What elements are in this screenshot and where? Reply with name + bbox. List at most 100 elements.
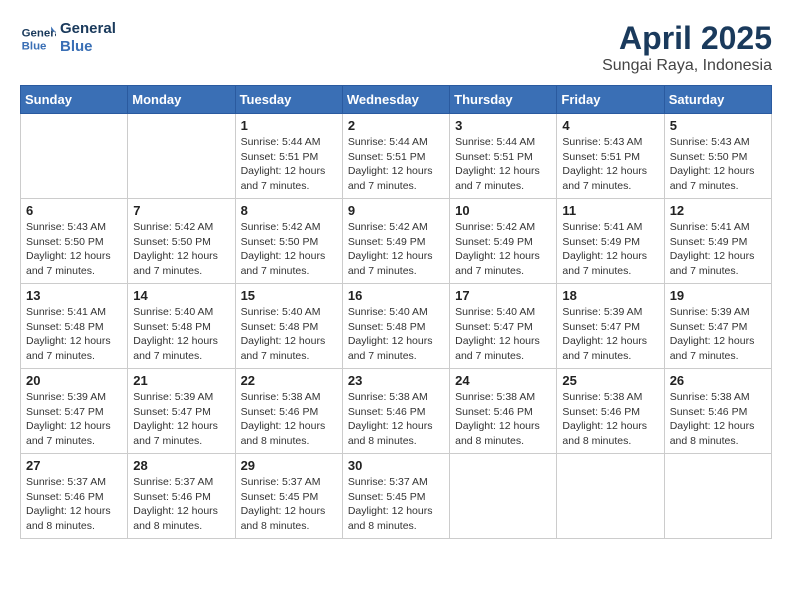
day-number: 6 <box>26 203 122 218</box>
calendar-cell: 7 Sunrise: 5:42 AM Sunset: 5:50 PM Daylig… <box>128 199 235 284</box>
day-number: 17 <box>455 288 551 303</box>
calendar-cell: 29 Sunrise: 5:37 AM Sunset: 5:45 PM Dayli… <box>235 454 342 539</box>
day-number: 4 <box>562 118 658 133</box>
day-number: 28 <box>133 458 229 473</box>
month-year: April 2025 <box>602 20 772 57</box>
day-info: Sunrise: 5:41 AM Sunset: 5:49 PM Dayligh… <box>670 220 766 279</box>
day-number: 22 <box>241 373 337 388</box>
day-info: Sunrise: 5:44 AM Sunset: 5:51 PM Dayligh… <box>348 135 444 194</box>
week-row-2: 6 Sunrise: 5:43 AM Sunset: 5:50 PM Daylig… <box>21 199 772 284</box>
day-info: Sunrise: 5:38 AM Sunset: 5:46 PM Dayligh… <box>455 390 551 449</box>
calendar-cell: 4 Sunrise: 5:43 AM Sunset: 5:51 PM Daylig… <box>557 114 664 199</box>
day-number: 19 <box>670 288 766 303</box>
day-number: 2 <box>348 118 444 133</box>
week-row-3: 13 Sunrise: 5:41 AM Sunset: 5:48 PM Dayli… <box>21 284 772 369</box>
day-number: 25 <box>562 373 658 388</box>
day-info: Sunrise: 5:43 AM Sunset: 5:51 PM Dayligh… <box>562 135 658 194</box>
day-number: 11 <box>562 203 658 218</box>
calendar-cell <box>128 114 235 199</box>
calendar-cell: 25Sunrise: 5:38 AM Sunset: 5:46 PM Dayli… <box>557 369 664 454</box>
day-number: 12 <box>670 203 766 218</box>
day-info: Sunrise: 5:42 AM Sunset: 5:50 PM Dayligh… <box>133 220 229 279</box>
day-number: 14 <box>133 288 229 303</box>
day-number: 13 <box>26 288 122 303</box>
day-number: 8 <box>241 203 337 218</box>
calendar-cell: 5 Sunrise: 5:43 AM Sunset: 5:50 PM Daylig… <box>664 114 771 199</box>
day-info: Sunrise: 5:41 AM Sunset: 5:48 PM Dayligh… <box>26 305 122 364</box>
day-info: Sunrise: 5:41 AM Sunset: 5:49 PM Dayligh… <box>562 220 658 279</box>
calendar-cell: 13 Sunrise: 5:41 AM Sunset: 5:48 PM Dayli… <box>21 284 128 369</box>
page-header: General Blue General Blue April 2025 Sun… <box>20 20 772 75</box>
day-number: 5 <box>670 118 766 133</box>
day-info: Sunrise: 5:37 AM Sunset: 5:45 PM Dayligh… <box>348 475 444 534</box>
calendar-cell: 14 Sunrise: 5:40 AM Sunset: 5:48 PM Dayli… <box>128 284 235 369</box>
calendar-cell: 19 Sunrise: 5:39 AM Sunset: 5:47 PM Dayli… <box>664 284 771 369</box>
calendar-cell: 21 Sunrise: 5:39 AM Sunset: 5:47 PM Dayli… <box>128 369 235 454</box>
header-row: SundayMondayTuesdayWednesdayThursdayFrid… <box>21 86 772 114</box>
day-number: 23 <box>348 373 444 388</box>
week-row-5: 27Sunrise: 5:37 AM Sunset: 5:46 PM Dayli… <box>21 454 772 539</box>
logo-blue: Blue <box>60 38 116 56</box>
day-header-thursday: Thursday <box>450 86 557 114</box>
calendar-cell: 6 Sunrise: 5:43 AM Sunset: 5:50 PM Daylig… <box>21 199 128 284</box>
day-info: Sunrise: 5:39 AM Sunset: 5:47 PM Dayligh… <box>562 305 658 364</box>
title-block: April 2025 Sungai Raya, Indonesia <box>602 20 772 75</box>
day-info: Sunrise: 5:42 AM Sunset: 5:49 PM Dayligh… <box>348 220 444 279</box>
day-info: Sunrise: 5:44 AM Sunset: 5:51 PM Dayligh… <box>241 135 337 194</box>
day-number: 20 <box>26 373 122 388</box>
calendar-cell: 28Sunrise: 5:37 AM Sunset: 5:46 PM Dayli… <box>128 454 235 539</box>
day-number: 29 <box>241 458 337 473</box>
week-row-1: 1Sunrise: 5:44 AM Sunset: 5:51 PM Daylig… <box>21 114 772 199</box>
svg-text:General: General <box>22 27 56 39</box>
calendar-cell: 20Sunrise: 5:39 AM Sunset: 5:47 PM Dayli… <box>21 369 128 454</box>
day-info: Sunrise: 5:40 AM Sunset: 5:47 PM Dayligh… <box>455 305 551 364</box>
calendar-cell: 30 Sunrise: 5:37 AM Sunset: 5:45 PM Dayli… <box>342 454 449 539</box>
day-info: Sunrise: 5:38 AM Sunset: 5:46 PM Dayligh… <box>348 390 444 449</box>
calendar-cell: 3 Sunrise: 5:44 AM Sunset: 5:51 PM Daylig… <box>450 114 557 199</box>
calendar-cell: 24 Sunrise: 5:38 AM Sunset: 5:46 PM Dayli… <box>450 369 557 454</box>
day-header-friday: Friday <box>557 86 664 114</box>
calendar-cell: 12 Sunrise: 5:41 AM Sunset: 5:49 PM Dayli… <box>664 199 771 284</box>
calendar-cell <box>557 454 664 539</box>
day-number: 21 <box>133 373 229 388</box>
day-number: 30 <box>348 458 444 473</box>
calendar-cell: 10Sunrise: 5:42 AM Sunset: 5:49 PM Dayli… <box>450 199 557 284</box>
day-number: 16 <box>348 288 444 303</box>
calendar-cell: 15 Sunrise: 5:40 AM Sunset: 5:48 PM Dayli… <box>235 284 342 369</box>
day-info: Sunrise: 5:40 AM Sunset: 5:48 PM Dayligh… <box>133 305 229 364</box>
calendar-cell: 18 Sunrise: 5:39 AM Sunset: 5:47 PM Dayli… <box>557 284 664 369</box>
day-header-tuesday: Tuesday <box>235 86 342 114</box>
calendar-cell: 22 Sunrise: 5:38 AM Sunset: 5:46 PM Dayli… <box>235 369 342 454</box>
calendar-cell: 26 Sunrise: 5:38 AM Sunset: 5:46 PM Dayli… <box>664 369 771 454</box>
day-number: 27 <box>26 458 122 473</box>
day-info: Sunrise: 5:40 AM Sunset: 5:48 PM Dayligh… <box>241 305 337 364</box>
day-number: 3 <box>455 118 551 133</box>
day-info: Sunrise: 5:37 AM Sunset: 5:45 PM Dayligh… <box>241 475 337 534</box>
day-number: 18 <box>562 288 658 303</box>
day-info: Sunrise: 5:43 AM Sunset: 5:50 PM Dayligh… <box>26 220 122 279</box>
calendar-cell: 9 Sunrise: 5:42 AM Sunset: 5:49 PM Daylig… <box>342 199 449 284</box>
day-info: Sunrise: 5:40 AM Sunset: 5:48 PM Dayligh… <box>348 305 444 364</box>
day-info: Sunrise: 5:44 AM Sunset: 5:51 PM Dayligh… <box>455 135 551 194</box>
day-info: Sunrise: 5:39 AM Sunset: 5:47 PM Dayligh… <box>670 305 766 364</box>
svg-text:Blue: Blue <box>22 40 47 52</box>
day-info: Sunrise: 5:38 AM Sunset: 5:46 PM Dayligh… <box>241 390 337 449</box>
calendar-cell: 11 Sunrise: 5:41 AM Sunset: 5:49 PM Dayli… <box>557 199 664 284</box>
day-number: 24 <box>455 373 551 388</box>
calendar-cell: 17 Sunrise: 5:40 AM Sunset: 5:47 PM Dayli… <box>450 284 557 369</box>
day-header-sunday: Sunday <box>21 86 128 114</box>
day-header-saturday: Saturday <box>664 86 771 114</box>
day-info: Sunrise: 5:43 AM Sunset: 5:50 PM Dayligh… <box>670 135 766 194</box>
calendar: SundayMondayTuesdayWednesdayThursdayFrid… <box>20 85 772 539</box>
day-info: Sunrise: 5:42 AM Sunset: 5:49 PM Dayligh… <box>455 220 551 279</box>
day-number: 15 <box>241 288 337 303</box>
day-header-wednesday: Wednesday <box>342 86 449 114</box>
location: Sungai Raya, Indonesia <box>602 57 772 75</box>
day-number: 9 <box>348 203 444 218</box>
day-info: Sunrise: 5:38 AM Sunset: 5:46 PM Dayligh… <box>670 390 766 449</box>
day-info: Sunrise: 5:39 AM Sunset: 5:47 PM Dayligh… <box>133 390 229 449</box>
day-number: 26 <box>670 373 766 388</box>
day-number: 7 <box>133 203 229 218</box>
calendar-cell: 27Sunrise: 5:37 AM Sunset: 5:46 PM Dayli… <box>21 454 128 539</box>
calendar-cell: 8Sunrise: 5:42 AM Sunset: 5:50 PM Daylig… <box>235 199 342 284</box>
